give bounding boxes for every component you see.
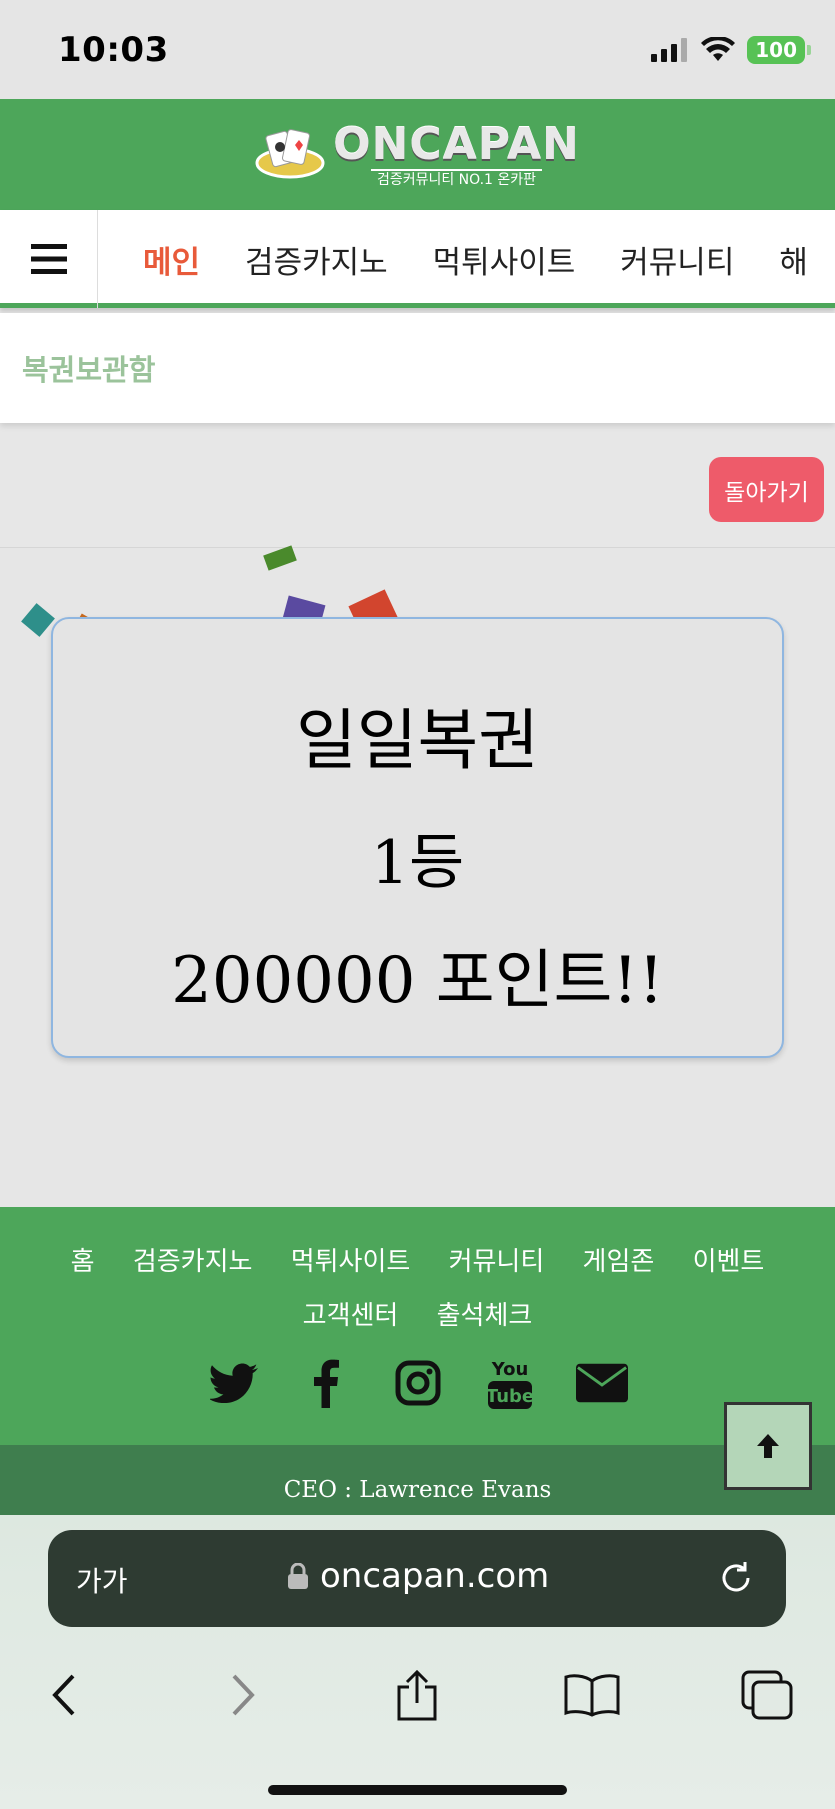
page-title-bar: 복권보관함 <box>0 313 835 423</box>
battery-indicator: 100 <box>747 36 811 64</box>
lottery-result-card: 일일복권 1등 200000 포인트!! <box>51 617 784 1058</box>
logo-cards-icon <box>255 125 325 185</box>
youtube-icon[interactable]: You Tube <box>484 1357 536 1409</box>
nav-item-overflow[interactable]: 해 <box>779 237 808 282</box>
site-footer: 홈 검증카지노 먹튀사이트 커뮤니티 게임존 이벤트 고객센터 출석체크 You… <box>0 1207 835 1445</box>
hamburger-icon <box>30 244 67 274</box>
nav-item-scam-sites[interactable]: 먹튀사이트 <box>433 237 576 282</box>
chevron-left-icon <box>52 1674 75 1716</box>
youtube-icon-text-top: You <box>490 1359 528 1380</box>
footer-link-attendance[interactable]: 출석체크 <box>437 1301 533 1331</box>
confetti-piece <box>263 545 297 571</box>
url-display[interactable]: oncapan.com <box>288 1556 549 1596</box>
footer-link-customer-center[interactable]: 고객센터 <box>303 1301 399 1331</box>
browser-chrome: 가가 oncapan.com <box>0 1515 835 1809</box>
back-button[interactable]: 돌아가기 <box>709 457 824 522</box>
hamburger-menu-button[interactable] <box>0 210 98 308</box>
tabs-button[interactable] <box>727 1655 807 1735</box>
nav-item-main[interactable]: 메인 <box>143 237 200 282</box>
nav-items: 메인 검증카지노 먹튀사이트 커뮤니티 해 <box>98 210 835 308</box>
lottery-prize: 200000 포인트!! <box>171 944 664 1018</box>
url-text: oncapan.com <box>320 1556 550 1596</box>
book-icon <box>564 1674 620 1717</box>
lottery-rank: 1등 <box>370 828 465 898</box>
lottery-content: 일일복권 1등 200000 포인트!! <box>0 545 835 1207</box>
site-logo[interactable]: ONCAPAN 검증커뮤니티 NO.1 온카판 <box>255 118 580 189</box>
logo-sub: 검증커뮤니티 NO.1 온카판 <box>370 168 543 189</box>
address-bar[interactable]: 가가 oncapan.com <box>48 1530 786 1627</box>
footer-link-scam-sites[interactable]: 먹튀사이트 <box>291 1247 411 1277</box>
page-title: 복권보관함 <box>22 353 156 387</box>
lock-icon <box>288 1563 308 1589</box>
arrow-up-icon <box>757 1434 779 1458</box>
back-nav-button[interactable] <box>24 1655 104 1735</box>
share-icon <box>397 1669 437 1721</box>
status-time: 10:03 <box>58 30 169 70</box>
scroll-to-top-button[interactable] <box>724 1402 812 1490</box>
chevron-right-icon <box>232 1674 255 1716</box>
share-button[interactable] <box>377 1655 457 1735</box>
footer-link-community[interactable]: 커뮤니티 <box>449 1247 545 1277</box>
nav-item-community[interactable]: 커뮤니티 <box>620 237 734 282</box>
facebook-icon[interactable] <box>300 1357 352 1409</box>
confetti-piece <box>21 603 55 637</box>
wifi-icon <box>701 37 736 61</box>
footer-link-verified-casino[interactable]: 검증카지노 <box>133 1247 253 1277</box>
tabs-icon <box>741 1670 793 1720</box>
forward-nav-button[interactable] <box>203 1655 283 1735</box>
status-bar: 10:03 100 <box>0 0 835 99</box>
lottery-name: 일일복권 <box>296 702 539 779</box>
logo-main: ONCAPAN <box>333 118 580 170</box>
bookmarks-button[interactable] <box>552 1655 632 1735</box>
twitter-icon[interactable] <box>208 1357 260 1409</box>
footer-link-home[interactable]: 홈 <box>71 1247 95 1277</box>
home-indicator <box>268 1785 567 1795</box>
nav-item-verified-casino[interactable]: 검증카지노 <box>245 237 388 282</box>
ceo-info: CEO : Lawrence Evans <box>0 1445 835 1515</box>
signal-icon <box>651 38 688 62</box>
site-header: ONCAPAN 검증커뮤니티 NO.1 온카판 <box>0 99 835 210</box>
logo-text: ONCAPAN 검증커뮤니티 NO.1 온카판 <box>333 118 580 189</box>
social-links: You Tube <box>0 1357 835 1409</box>
reader-settings-button[interactable]: 가가 <box>76 1560 128 1600</box>
footer-link-game-zone[interactable]: 게임존 <box>583 1247 655 1277</box>
browser-toolbar <box>0 1655 835 1735</box>
footer-links: 홈 검증카지노 먹튀사이트 커뮤니티 게임존 이벤트 고객센터 출석체크 <box>0 1235 835 1343</box>
instagram-icon[interactable] <box>392 1357 444 1409</box>
footer-link-events[interactable]: 이벤트 <box>693 1247 765 1277</box>
youtube-icon-text-bottom: Tube <box>488 1386 532 1407</box>
main-nav: 메인 검증카지노 먹튀사이트 커뮤니티 해 <box>0 210 835 308</box>
reload-icon[interactable] <box>716 1558 756 1598</box>
status-icons: 100 <box>651 36 811 64</box>
email-icon[interactable] <box>575 1357 628 1409</box>
